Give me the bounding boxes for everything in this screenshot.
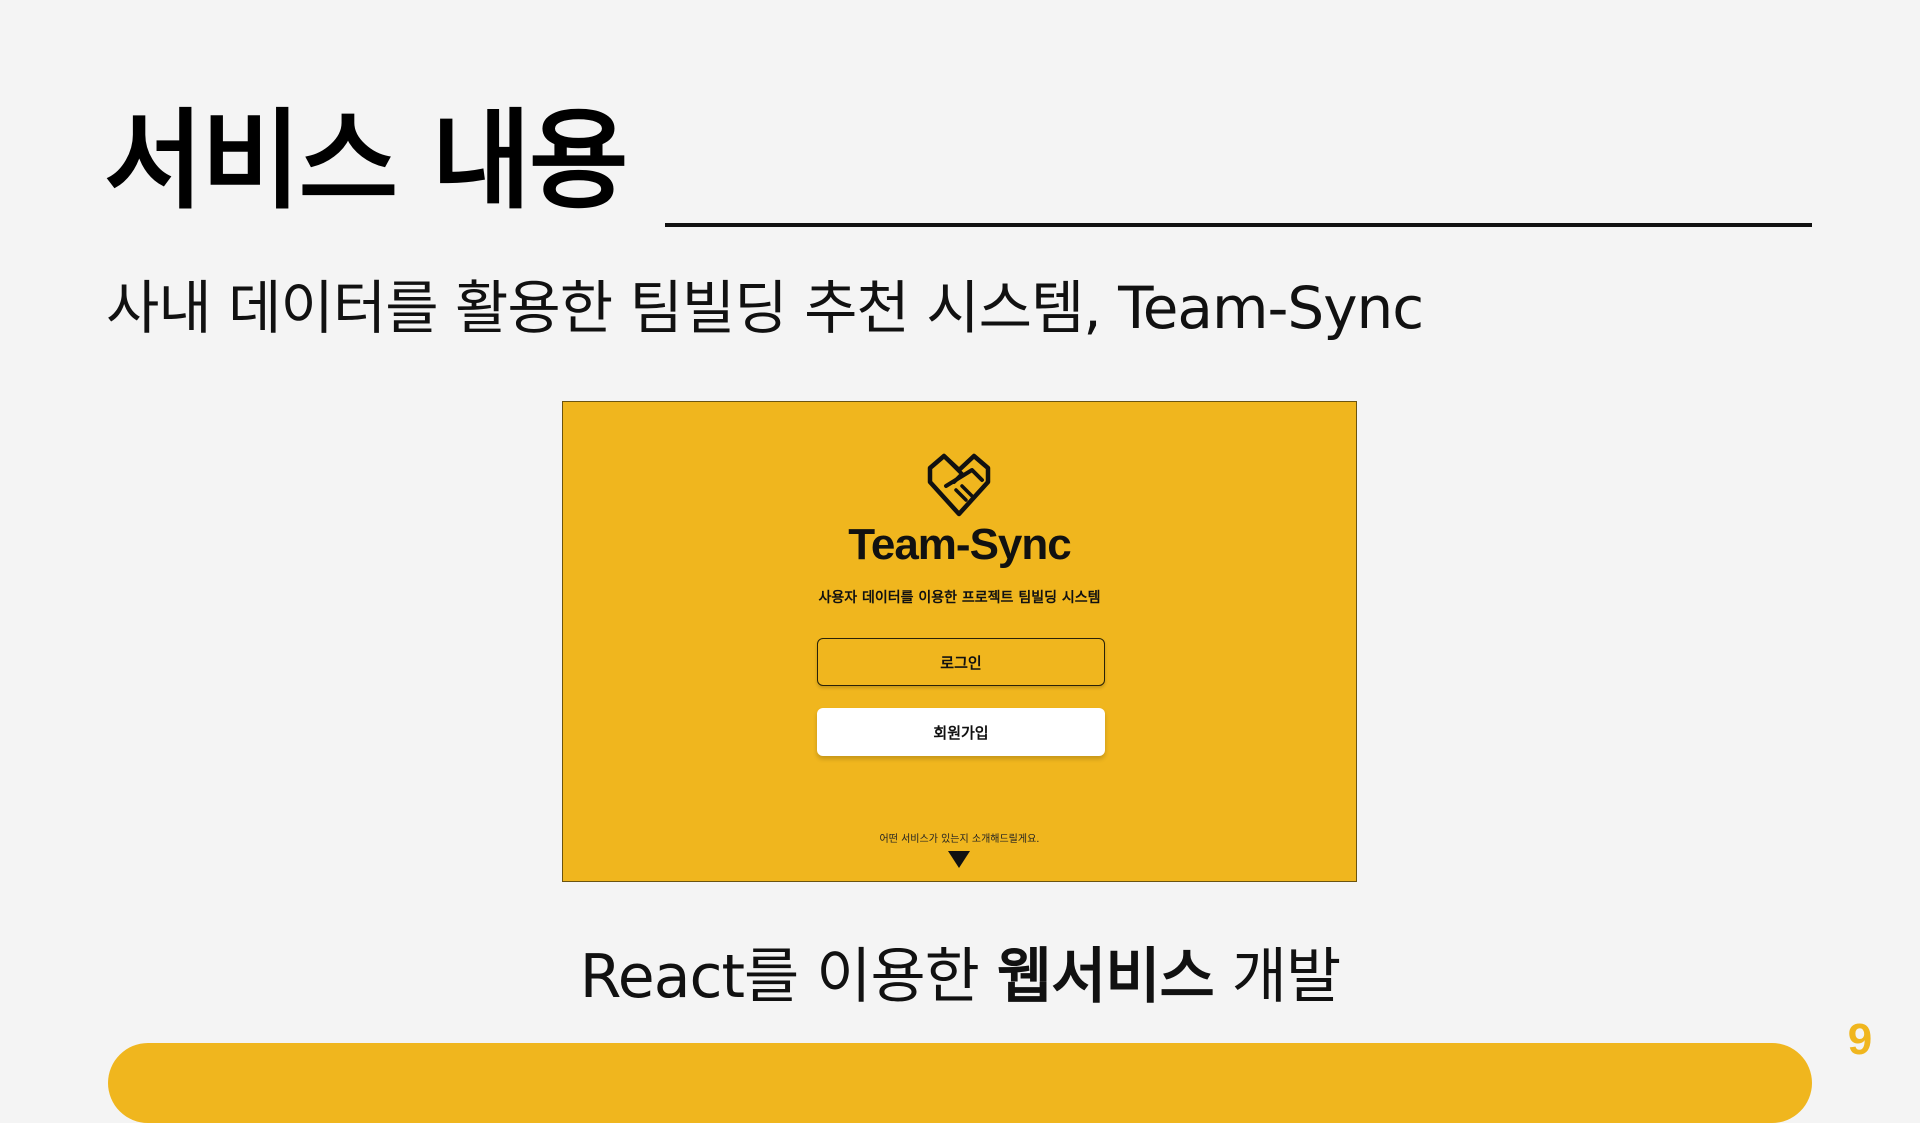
caption-suffix: 개발 (1213, 942, 1341, 1012)
caption-emphasis: 웹서비스 (996, 942, 1215, 1012)
slide-title: 서비스 내용 (104, 99, 628, 224)
page-number: 9 (1847, 1015, 1873, 1064)
app-brand-name: Team-Sync (848, 520, 1072, 569)
title-divider (665, 223, 1812, 227)
handshake-heart-icon (927, 453, 991, 517)
slide-subtitle: 사내 데이터를 활용한 팀빌딩 추천 시스템, Team-Sync (106, 274, 1424, 342)
caption-prefix: React를 이용한 (579, 942, 997, 1012)
scroll-hint-text: 어떤 서비스가 있는지 소개해드릴게요. (879, 834, 1040, 845)
footer-accent-bar (108, 1043, 1812, 1123)
down-triangle-icon[interactable] (948, 851, 970, 868)
app-tagline: 사용자 데이터를 이용한 프로젝트 팀빌딩 시스템 (818, 590, 1101, 606)
slide-caption: React를 이용한 웹서비스 개발 (0, 928, 1920, 1015)
signup-button[interactable]: 회원가입 (817, 708, 1105, 756)
login-button[interactable]: 로그인 (817, 638, 1105, 686)
app-preview-screenshot: Team-Sync 사용자 데이터를 이용한 프로젝트 팀빌딩 시스템 로그인 … (562, 401, 1357, 882)
